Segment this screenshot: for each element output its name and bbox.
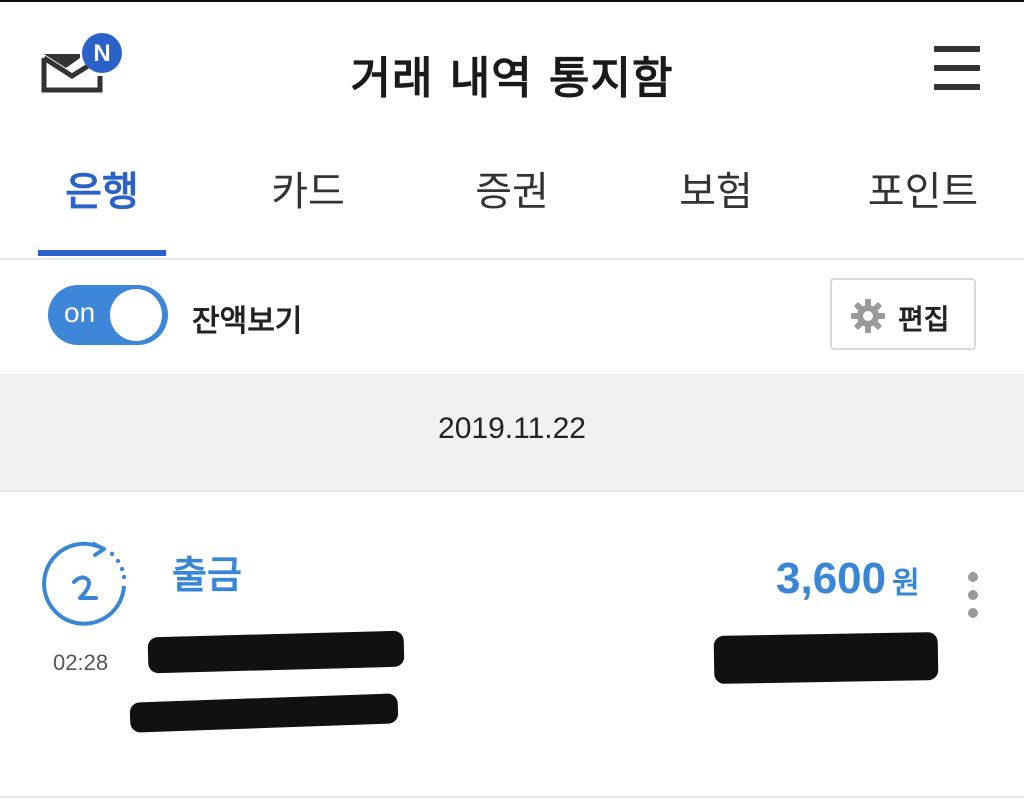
page-title: 거래 내역 통지함 (350, 53, 674, 104)
date-label: 2019.11.22 (438, 412, 586, 445)
redaction-mark (147, 630, 405, 674)
date-group-header: 2019.11.22 (0, 374, 1024, 492)
gear-icon (851, 299, 885, 333)
transaction-amount: 3,600 원 (776, 554, 920, 604)
amount-value: 3,600 (776, 554, 887, 603)
edit-button[interactable]: 편집 (830, 278, 976, 350)
more-options-icon[interactable] (962, 572, 986, 622)
balance-toggle-label: 잔액보기 (192, 304, 303, 339)
active-tab-indicator (38, 250, 166, 256)
clock-icon (42, 541, 127, 626)
tab-securities[interactable]: 증권 (448, 162, 576, 222)
tab-insurance[interactable]: 보험 (652, 162, 780, 222)
toggle-state-text: on (64, 297, 96, 328)
balance-toggle-row: on 잔액보기 편집 (0, 260, 1024, 374)
transaction-time: 02:28 (53, 650, 109, 675)
redaction-mark (129, 693, 399, 733)
balance-toggle-switch[interactable]: on (48, 285, 168, 345)
app-header: N 거래 내역 통지함 (0, 2, 1024, 132)
hamburger-menu-icon[interactable] (932, 46, 982, 90)
category-tabs: 은행 카드 증권 보험 포인트 (0, 132, 1024, 260)
tab-bank[interactable]: 은행 (38, 162, 166, 222)
transaction-type: 출금 (172, 553, 242, 597)
toggle-knob (110, 289, 162, 341)
redaction-mark (713, 632, 939, 684)
edit-button-label: 편집 (898, 303, 950, 336)
amount-unit: 원 (892, 567, 920, 600)
tab-card[interactable]: 카드 (244, 162, 372, 222)
tab-points[interactable]: 포인트 (848, 162, 998, 222)
transaction-item[interactable]: 02:28 출금 3,600 원 (0, 492, 1024, 798)
